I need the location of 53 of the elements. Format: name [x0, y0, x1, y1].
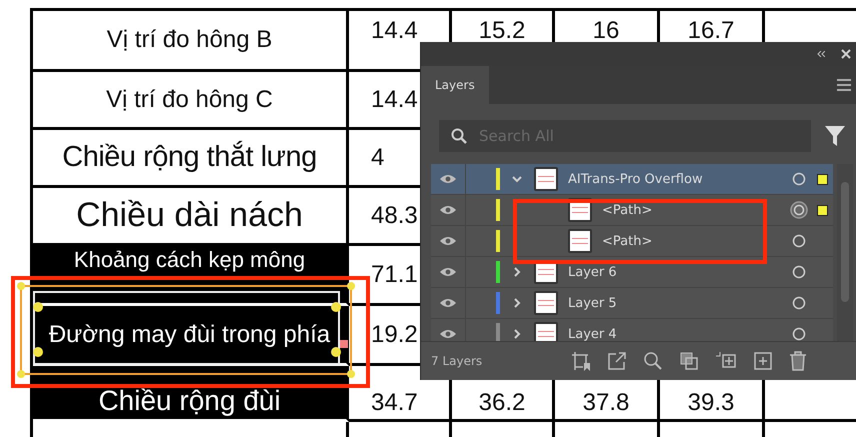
artboard-icon[interactable] — [571, 351, 591, 371]
clipping-mask-icon[interactable] — [679, 351, 699, 371]
selection-indicator[interactable] — [816, 174, 828, 184]
close-icon[interactable] — [841, 49, 851, 59]
eye-icon[interactable] — [439, 236, 457, 246]
target-icon[interactable] — [790, 201, 808, 219]
layer-row[interactable]: Layer 6 — [431, 257, 833, 288]
chevron-right-icon[interactable] — [512, 298, 522, 308]
layer-thumbnail — [534, 167, 558, 191]
layer-color-bar — [496, 199, 500, 221]
layer-row[interactable]: <Path> — [431, 195, 833, 226]
selection-indicator[interactable] — [816, 204, 828, 216]
layer-color-bar — [496, 230, 500, 252]
layer-name: Layer 5 — [568, 296, 618, 310]
panel-tab[interactable]: Layers — [421, 66, 489, 104]
eye-icon[interactable] — [439, 298, 457, 308]
export-icon[interactable] — [607, 351, 627, 371]
eye-icon[interactable] — [439, 267, 457, 277]
search-icon[interactable] — [643, 351, 663, 371]
target-icon[interactable] — [792, 234, 806, 248]
table-cell: Vị trí đo hông C — [33, 72, 349, 130]
chevron-right-icon[interactable] — [512, 267, 522, 277]
eye-icon[interactable] — [439, 329, 457, 339]
new-sublayer-icon[interactable] — [715, 351, 737, 371]
target-icon[interactable] — [792, 265, 806, 279]
target-icon[interactable] — [792, 327, 806, 341]
table-cell: Đường may đùi trong phía — [33, 306, 349, 366]
layer-name: <Path> — [602, 234, 654, 248]
layer-row[interactable]: AITrans-Pro Overflow — [431, 164, 833, 195]
chevron-down-icon[interactable] — [512, 174, 522, 184]
search-icon — [451, 128, 467, 144]
target-icon[interactable] — [792, 172, 806, 186]
collapse-icon[interactable] — [817, 51, 825, 57]
menu-icon[interactable] — [837, 79, 851, 91]
trash-icon[interactable] — [789, 351, 807, 371]
layer-row[interactable]: Layer 4 — [431, 319, 833, 341]
target-icon[interactable] — [792, 296, 806, 310]
layer-thumbnail — [568, 229, 592, 253]
chevron-right-icon[interactable] — [512, 329, 522, 339]
eye-icon[interactable] — [439, 174, 457, 184]
layer-name: <Path> — [602, 202, 654, 218]
layer-row[interactable]: Layer 5 — [431, 288, 833, 319]
table-cell: Chiều rộng thắt lưng — [33, 130, 349, 188]
scrollbar[interactable] — [837, 164, 853, 341]
layer-name: Layer 6 — [568, 264, 618, 280]
layer-name: AITrans-Pro Overflow — [568, 172, 704, 186]
layer-name: Layer 4 — [568, 326, 618, 341]
table-cell: Vị trí đo hông B — [33, 11, 349, 72]
eye-icon[interactable] — [439, 205, 457, 215]
new-layer-icon[interactable] — [753, 351, 773, 371]
layer-thumbnail — [534, 291, 558, 315]
layer-row[interactable]: <Path> — [431, 226, 833, 257]
filter-icon[interactable] — [825, 125, 845, 147]
